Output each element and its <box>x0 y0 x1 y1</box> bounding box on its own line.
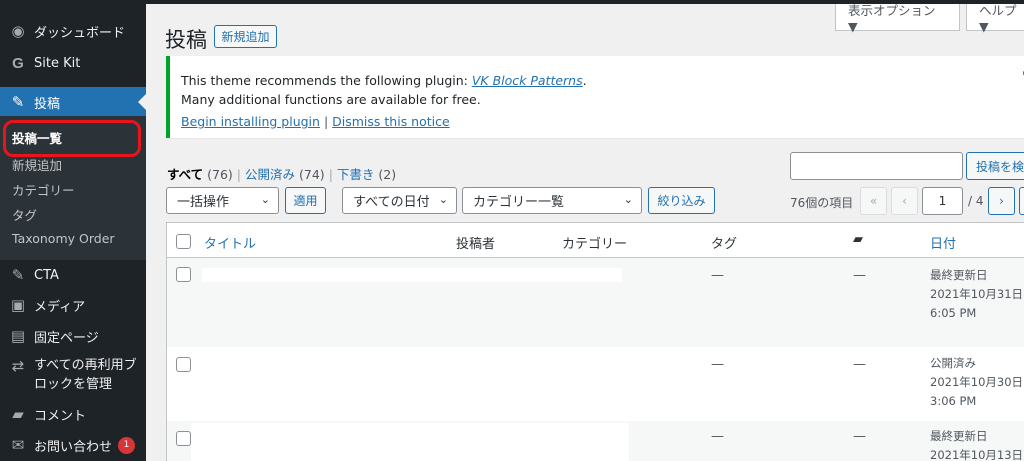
sidebar-item-dashboard[interactable]: ◉ ダッシュボード <box>0 18 146 44</box>
bulk-actions-select[interactable]: 一括操作 ⌄ <box>166 187 279 214</box>
posts-table: タイトル 投稿者 カテゴリー タグ ▰ 日付 — — 最終更新日 2021年10… <box>166 222 1024 461</box>
admin-sidebar: ◉ ダッシュボード G Site Kit ✎ 投稿 投稿一覧 新規追加 カテゴリ… <box>0 0 146 461</box>
row-tags: — <box>711 357 724 372</box>
redacted-title <box>191 423 629 461</box>
row-comments: — <box>853 357 866 372</box>
sidebar-item-label: メディア <box>34 299 86 315</box>
reusable-icon: ⇄ <box>11 357 25 375</box>
redacted-title <box>202 268 622 282</box>
active-indicator <box>138 94 146 110</box>
comments-icon[interactable]: ▰ <box>853 232 863 247</box>
table-row[interactable]: — — 最終更新日 2021年10月31日 6:05 PM <box>167 257 1024 347</box>
screen-options-tab[interactable]: 表示オプション ▼ <box>835 3 960 34</box>
post-status-filter: すべて (76) | 公開済み (74) | 下書き (2) <box>167 167 397 182</box>
sidebar-item-comments[interactable]: ▰ コメント <box>0 401 146 427</box>
dismiss-notice-link[interactable]: Dismiss this notice <box>332 114 450 129</box>
row-checkbox[interactable] <box>176 357 191 372</box>
add-new-button[interactable]: 新規追加 <box>214 25 277 48</box>
row-date: 最終更新日 2021年10月13日 <box>930 429 1024 461</box>
google-g-icon: G <box>12 54 24 72</box>
sidebar-item-label: 固定ページ <box>34 330 99 346</box>
sidebar-item-pages[interactable]: ▤ 固定ページ <box>0 323 146 349</box>
sidebar-item-label: CTA <box>34 267 59 283</box>
help-tab[interactable]: ヘルプ ▼ <box>966 3 1024 34</box>
sidebar-item-posts[interactable]: ✎ 投稿 <box>0 87 146 117</box>
sidebar-item-label: お問い合わせ <box>34 439 113 455</box>
category-filter-select[interactable]: カテゴリー一覧 ⌄ <box>462 187 642 214</box>
view-all[interactable]: すべて <box>167 167 203 182</box>
select-all-checkbox[interactable] <box>176 234 191 249</box>
prev-page-button[interactable]: ‹ <box>891 187 918 215</box>
sidebar-item-label: 投稿 <box>34 96 61 112</box>
row-comments: — <box>853 429 866 444</box>
current-page-input[interactable]: 1 <box>922 187 963 215</box>
sidebar-item-site-kit[interactable]: G Site Kit <box>0 50 146 76</box>
submenu-taxonomy-order[interactable]: Taxonomy Order <box>12 231 115 246</box>
submenu-categories[interactable]: カテゴリー <box>12 180 75 199</box>
install-plugin-link[interactable]: Begin installing plugin <box>181 114 320 129</box>
chevron-down-icon: ⌄ <box>260 193 270 206</box>
submenu-tags[interactable]: タグ <box>12 205 37 224</box>
notification-badge: 1 <box>118 436 136 454</box>
plugin-link[interactable]: VK Block Patterns <box>472 73 583 88</box>
page-title: 投稿 <box>165 28 207 52</box>
sidebar-item-media[interactable]: ▣ メディア <box>0 292 146 318</box>
notice-actions: Begin installing plugin | Dismiss this n… <box>181 114 450 129</box>
row-date: 最終更新日 2021年10月31日 6:05 PM <box>930 268 1024 320</box>
sidebar-item-reusable-blocks[interactable]: ⇄ すべての再利用ブ ロックを管理 <box>0 356 146 396</box>
media-icon: ▣ <box>10 296 26 314</box>
column-title[interactable]: タイトル <box>204 233 256 252</box>
column-author: 投稿者 <box>456 237 496 252</box>
row-checkbox[interactable] <box>176 431 191 446</box>
column-tags: タグ <box>711 237 738 252</box>
row-date: 公開済み 2021年10月30日 3:06 PM <box>930 356 1024 408</box>
sidebar-item-label: コメント <box>34 408 87 424</box>
apply-button[interactable]: 適用 <box>285 187 326 214</box>
view-published[interactable]: 公開済み <box>245 167 295 182</box>
column-categories: カテゴリー <box>562 237 628 252</box>
dashboard-icon: ◉ <box>11 22 25 40</box>
sidebar-item-label-line2: ロックを管理 <box>34 377 113 392</box>
next-page-button[interactable]: › <box>988 187 1015 215</box>
view-drafts[interactable]: 下書き <box>337 167 375 182</box>
highlight-annotation <box>3 120 141 157</box>
search-posts-button[interactable]: 投稿を検 <box>966 152 1024 180</box>
total-pages: / 4 <box>968 194 984 208</box>
date-filter-select[interactable]: すべての日付 ⌄ <box>342 187 457 214</box>
page-icon: ▤ <box>10 327 26 345</box>
comment-icon: ▰ <box>12 405 24 423</box>
chevron-down-icon: ⌄ <box>623 193 633 206</box>
filter-button[interactable]: 絞り込み <box>648 187 715 214</box>
items-count: 76個の項目 <box>790 196 854 210</box>
sidebar-item-label: すべての再利用ブ <box>34 358 137 373</box>
last-page-button[interactable] <box>1019 187 1024 215</box>
first-page-button[interactable]: « <box>860 187 887 215</box>
row-comments: — <box>853 268 866 283</box>
table-row[interactable]: — — 最終更新日 2021年10月13日 <box>167 421 1024 461</box>
row-checkbox[interactable] <box>176 267 191 282</box>
table-row[interactable]: — — 公開済み 2021年10月30日 3:06 PM <box>167 347 1024 421</box>
plugin-notice: This theme recommends the following plug… <box>166 56 1024 138</box>
sidebar-item-contact[interactable]: ✉ お問い合わせ 1 <box>0 432 146 458</box>
sidebar-item-label: Site Kit <box>34 55 81 71</box>
sidebar-item-label: ダッシュボード <box>34 25 126 41</box>
notice-line1: This theme recommends the following plug… <box>181 73 587 88</box>
sidebar-item-cta[interactable]: ✎ CTA <box>0 262 146 288</box>
notice-line2: Many additional functions are available … <box>181 92 481 107</box>
pushpin-icon: ✎ <box>11 266 25 284</box>
row-tags: — <box>711 429 724 444</box>
mail-icon: ✉ <box>11 436 25 454</box>
row-tags: — <box>711 268 724 283</box>
submenu-add-new[interactable]: 新規追加 <box>12 155 62 174</box>
chevron-down-icon: ⌄ <box>438 193 448 206</box>
pushpin-icon: ✎ <box>11 93 25 111</box>
search-input[interactable] <box>790 152 963 180</box>
column-date[interactable]: 日付 <box>930 233 956 252</box>
